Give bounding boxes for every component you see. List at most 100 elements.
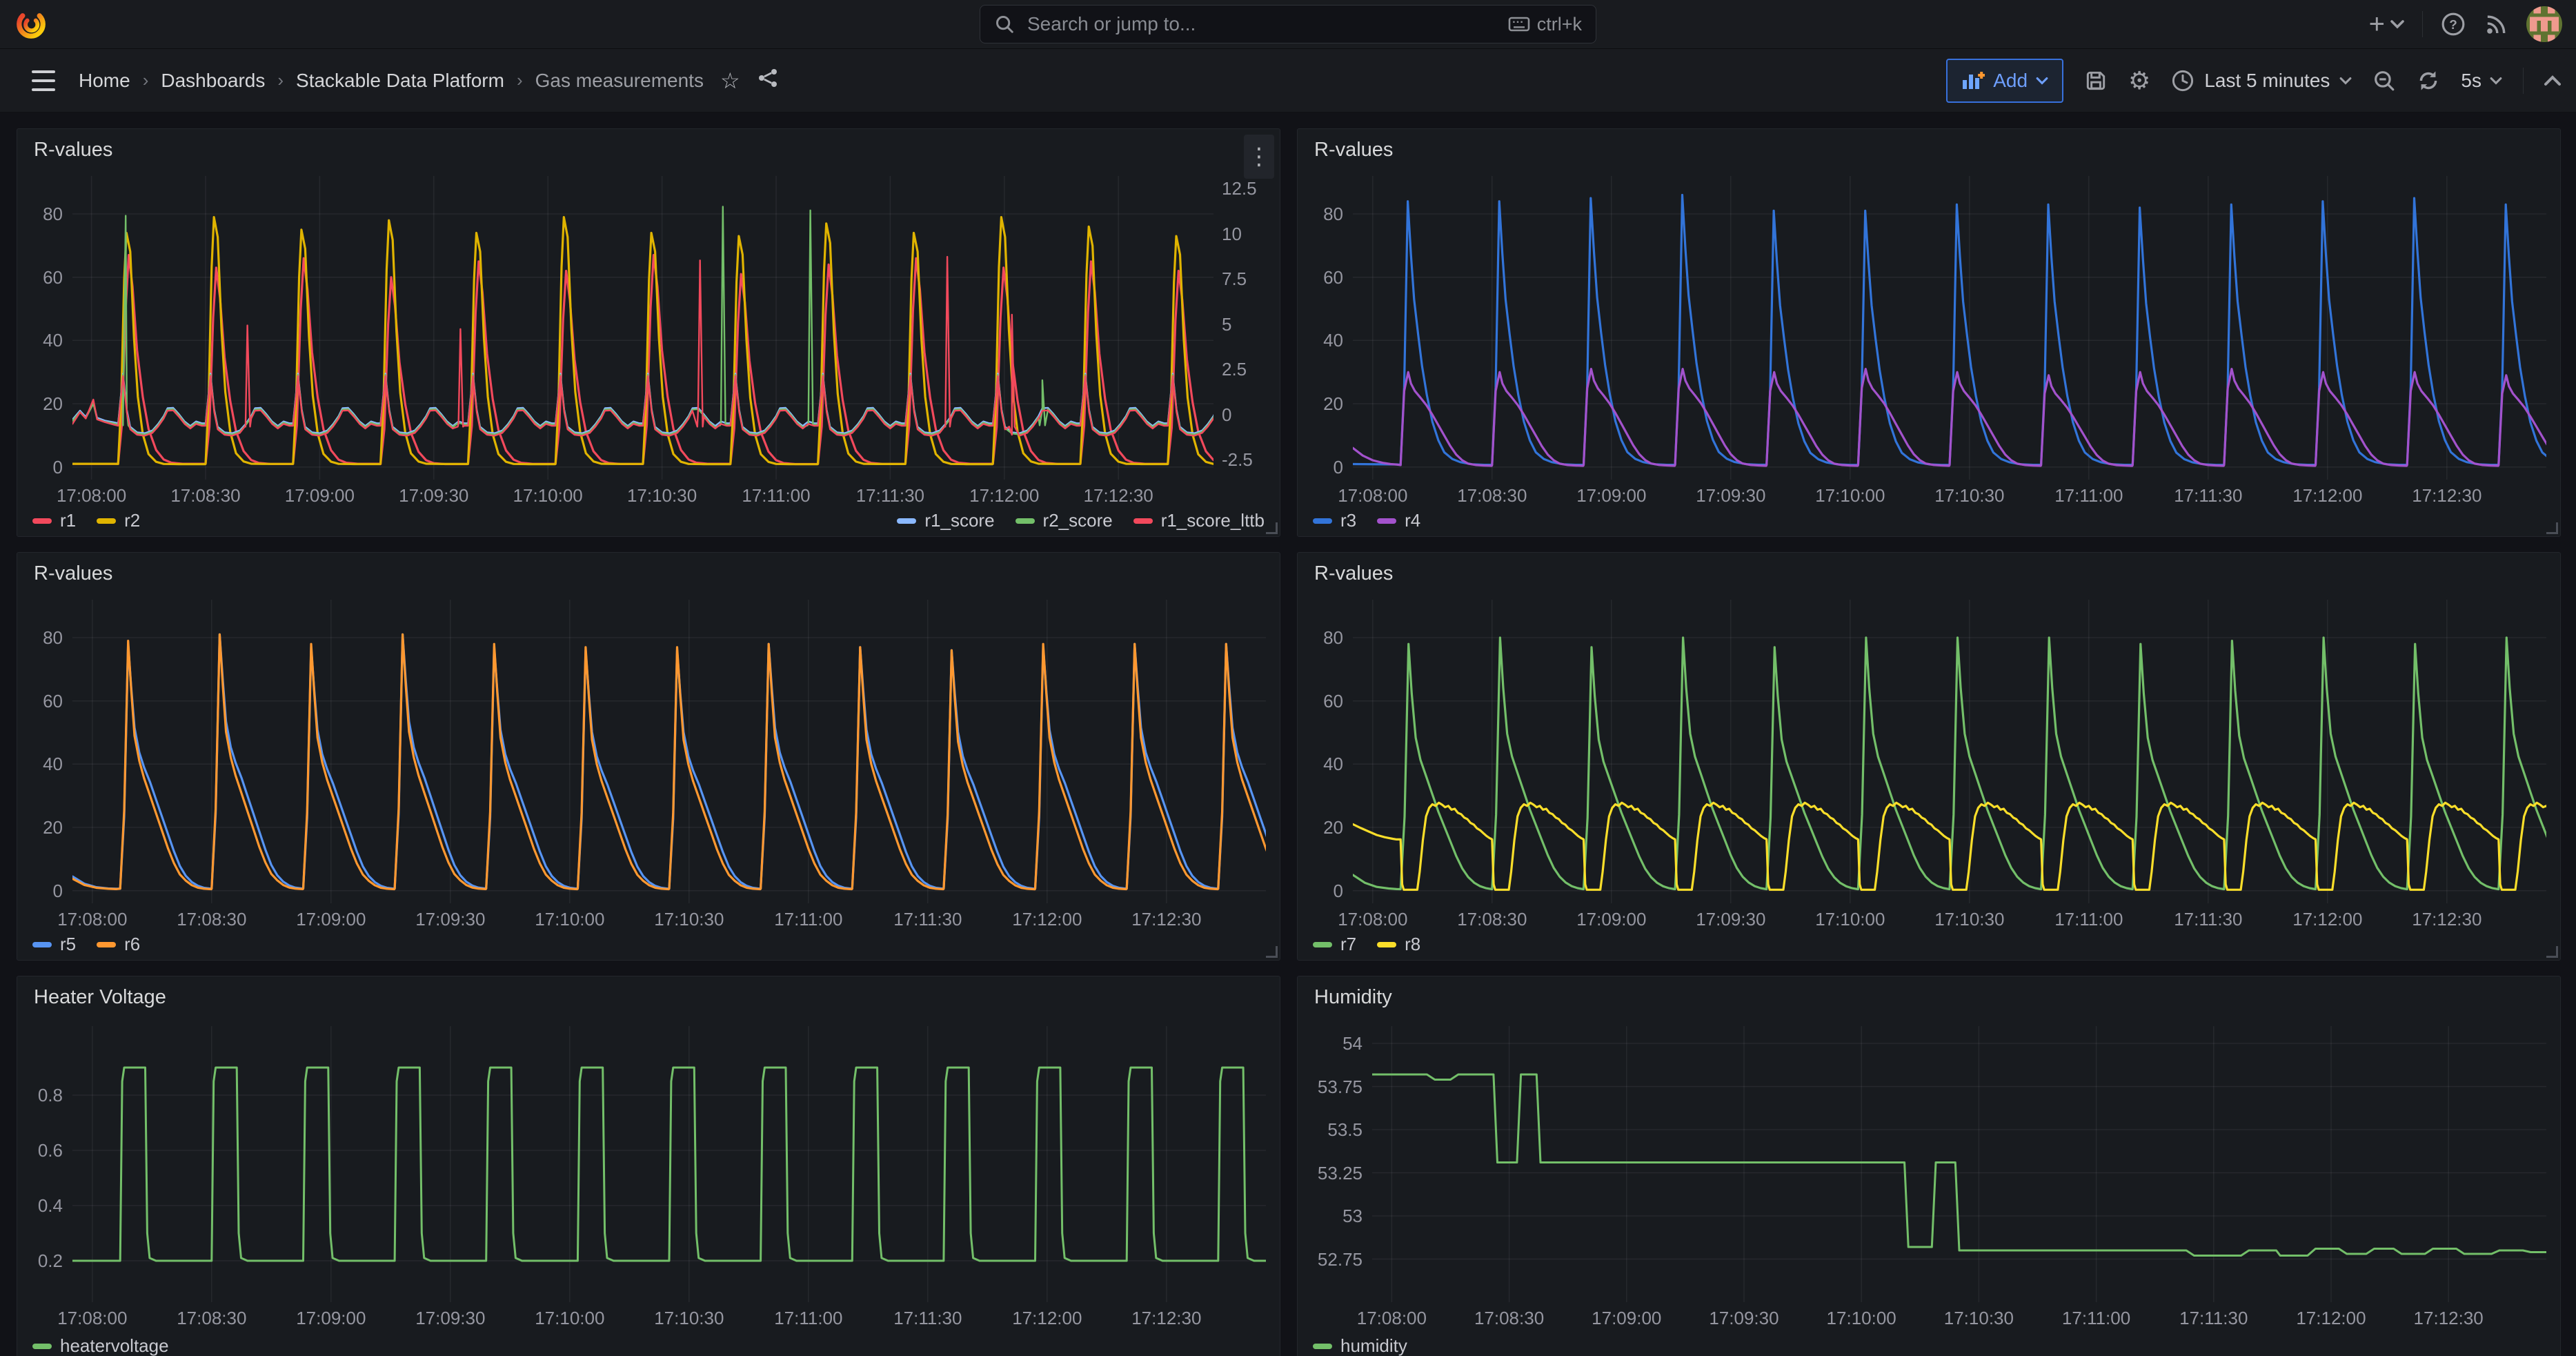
- series-r5: [72, 634, 1266, 889]
- grafana-logo-icon[interactable]: [15, 7, 47, 41]
- add-button[interactable]: Add: [1946, 59, 2063, 103]
- time-range-picker[interactable]: Last 5 minutes: [2171, 69, 2352, 92]
- legend-item-r5[interactable]: r5: [32, 934, 76, 955]
- breadcrumb-separator: ›: [277, 70, 284, 91]
- breadcrumb-home[interactable]: Home: [79, 70, 130, 92]
- legend-item-r8[interactable]: r8: [1377, 934, 1420, 955]
- chart-canvas[interactable]: [72, 1026, 1266, 1302]
- x-axis-tick-label: 17:08:30: [1430, 909, 1554, 930]
- panel-title[interactable]: Heater Voltage: [34, 986, 166, 1009]
- x-axis-tick-label: 17:11:30: [866, 1308, 990, 1329]
- x-axis-tick-label: 17:09:00: [269, 909, 393, 930]
- legend-item-r6[interactable]: r6: [97, 934, 140, 955]
- top-bar: ctrl+k + ?: [0, 0, 2576, 49]
- chevron-up-icon[interactable]: [2544, 75, 2561, 86]
- search-icon: [994, 14, 1015, 35]
- y-axis-tick-label: 0: [17, 881, 63, 902]
- save-icon[interactable]: [2084, 69, 2108, 92]
- legend-swatch: [32, 942, 52, 947]
- x-axis-tick-label: 17:12:00: [985, 1308, 1109, 1329]
- series-humidity: [1372, 1074, 2546, 1256]
- panel-r-values-1: R-values80604020017:08:0017:08:3017:09:0…: [1297, 128, 2561, 537]
- legend-item-r3[interactable]: r3: [1313, 510, 1356, 531]
- search-input[interactable]: ctrl+k: [980, 5, 1596, 43]
- series-r6: [72, 634, 1266, 889]
- chart-canvas[interactable]: [1353, 176, 2546, 480]
- x-axis-tick-label: 17:11:00: [714, 485, 838, 507]
- refresh-interval-picker[interactable]: 5s: [2461, 70, 2502, 92]
- x-axis-tick-label: 17:08:00: [30, 1308, 155, 1329]
- legend-item-r1_score[interactable]: r1_score: [897, 510, 994, 531]
- panel-resize-handle[interactable]: [2546, 522, 2558, 534]
- chart-canvas[interactable]: [1372, 1026, 2546, 1302]
- y-axis-tick-label: 0.8: [17, 1085, 63, 1106]
- refresh-icon[interactable]: [2417, 69, 2440, 92]
- legend-item-humidity[interactable]: humidity: [1313, 1335, 1407, 1356]
- panel-title[interactable]: Humidity: [1314, 986, 1392, 1009]
- panel-menu-button[interactable]: ⋮: [1244, 135, 1274, 179]
- help-icon[interactable]: ?: [2441, 12, 2466, 37]
- time-range-label: Last 5 minutes: [2204, 70, 2330, 92]
- y-axis-tick-label: 60: [17, 267, 63, 288]
- new-button[interactable]: +: [2369, 10, 2404, 38]
- y-axis-tick-label: 80: [1298, 627, 1343, 649]
- x-axis-tick-label: 17:08:30: [143, 485, 268, 507]
- legend-item-r4[interactable]: r4: [1377, 510, 1420, 531]
- x-axis-tick-label: 17:10:30: [600, 485, 724, 507]
- x-axis-tick-label: 17:09:30: [372, 485, 496, 507]
- legend-item-r1[interactable]: r1: [32, 510, 76, 531]
- y-axis-tick-label: 60: [17, 691, 63, 712]
- legend-label: r7: [1340, 934, 1356, 955]
- x-axis-tick-label: 17:11:00: [2034, 1308, 2159, 1329]
- chart-canvas[interactable]: [1353, 600, 2546, 903]
- legend-item-r1_score_lttb[interactable]: r1_score_lttb: [1133, 510, 1265, 531]
- y-axis-right-tick-label: 7.5: [1222, 268, 1278, 290]
- x-axis-tick-label: 17:12:30: [2386, 1308, 2510, 1329]
- panel-resize-handle[interactable]: [1266, 522, 1278, 534]
- x-axis-tick-label: 17:11:30: [2146, 909, 2270, 930]
- legend-swatch: [1015, 518, 1035, 524]
- x-axis-tick-label: 17:09:30: [1669, 909, 1793, 930]
- panel-resize-handle[interactable]: [1266, 946, 1278, 958]
- breadcrumb-folder[interactable]: Stackable Data Platform: [296, 70, 504, 92]
- panel-title[interactable]: R-values: [1314, 139, 1393, 161]
- panel-r-values-3: R-values80604020017:08:0017:08:3017:09:0…: [1297, 552, 2561, 961]
- settings-icon[interactable]: ⚙: [2128, 66, 2150, 95]
- y-axis-tick-label: 80: [1298, 204, 1343, 225]
- panel-title[interactable]: R-values: [1314, 562, 1393, 585]
- news-icon[interactable]: [2484, 12, 2508, 37]
- search-field[interactable]: [1026, 12, 1508, 36]
- legend-item-r2_score[interactable]: r2_score: [1015, 510, 1113, 531]
- x-axis-tick-label: 17:09:00: [257, 485, 382, 507]
- avatar[interactable]: [2526, 6, 2562, 42]
- search-shortcut: ctrl+k: [1508, 14, 1582, 35]
- legend-label: r6: [124, 934, 140, 955]
- series-r1: [72, 255, 1213, 464]
- panel-title[interactable]: R-values: [34, 562, 112, 585]
- x-axis-tick-label: 17:10:00: [1799, 1308, 1923, 1329]
- share-icon[interactable]: [757, 67, 779, 95]
- legend-item-r2[interactable]: r2: [97, 510, 140, 531]
- panel-resize-handle[interactable]: [2546, 946, 2558, 958]
- zoom-out-icon[interactable]: [2372, 69, 2396, 92]
- series-r4: [1353, 369, 2546, 466]
- refresh-interval-label: 5s: [2461, 70, 2481, 92]
- panel-title[interactable]: R-values: [34, 139, 112, 161]
- y-axis-tick-label: 0.2: [17, 1250, 63, 1272]
- chevron-down-icon: [2036, 77, 2048, 85]
- star-icon[interactable]: ☆: [720, 68, 740, 94]
- x-axis-tick-label: 17:12:30: [2385, 909, 2509, 930]
- chart-canvas[interactable]: [72, 176, 1213, 480]
- x-axis-tick-label: 17:11:30: [866, 909, 990, 930]
- breadcrumb-dashboards[interactable]: Dashboards: [161, 70, 265, 92]
- legend-swatch: [897, 518, 916, 524]
- y-axis-tick-label: 0: [1298, 457, 1343, 478]
- legend-item-r7[interactable]: r7: [1313, 934, 1356, 955]
- x-axis-tick-label: 17:10:30: [1916, 1308, 2041, 1329]
- x-axis-tick-label: 17:08:00: [1311, 909, 1435, 930]
- menu-toggle-icon[interactable]: [32, 70, 55, 91]
- legend-item-heatervoltage[interactable]: heatervoltage: [32, 1335, 169, 1356]
- legend-label: r2: [124, 510, 140, 531]
- x-axis-tick-label: 17:12:00: [942, 485, 1067, 507]
- chart-canvas[interactable]: [72, 600, 1266, 903]
